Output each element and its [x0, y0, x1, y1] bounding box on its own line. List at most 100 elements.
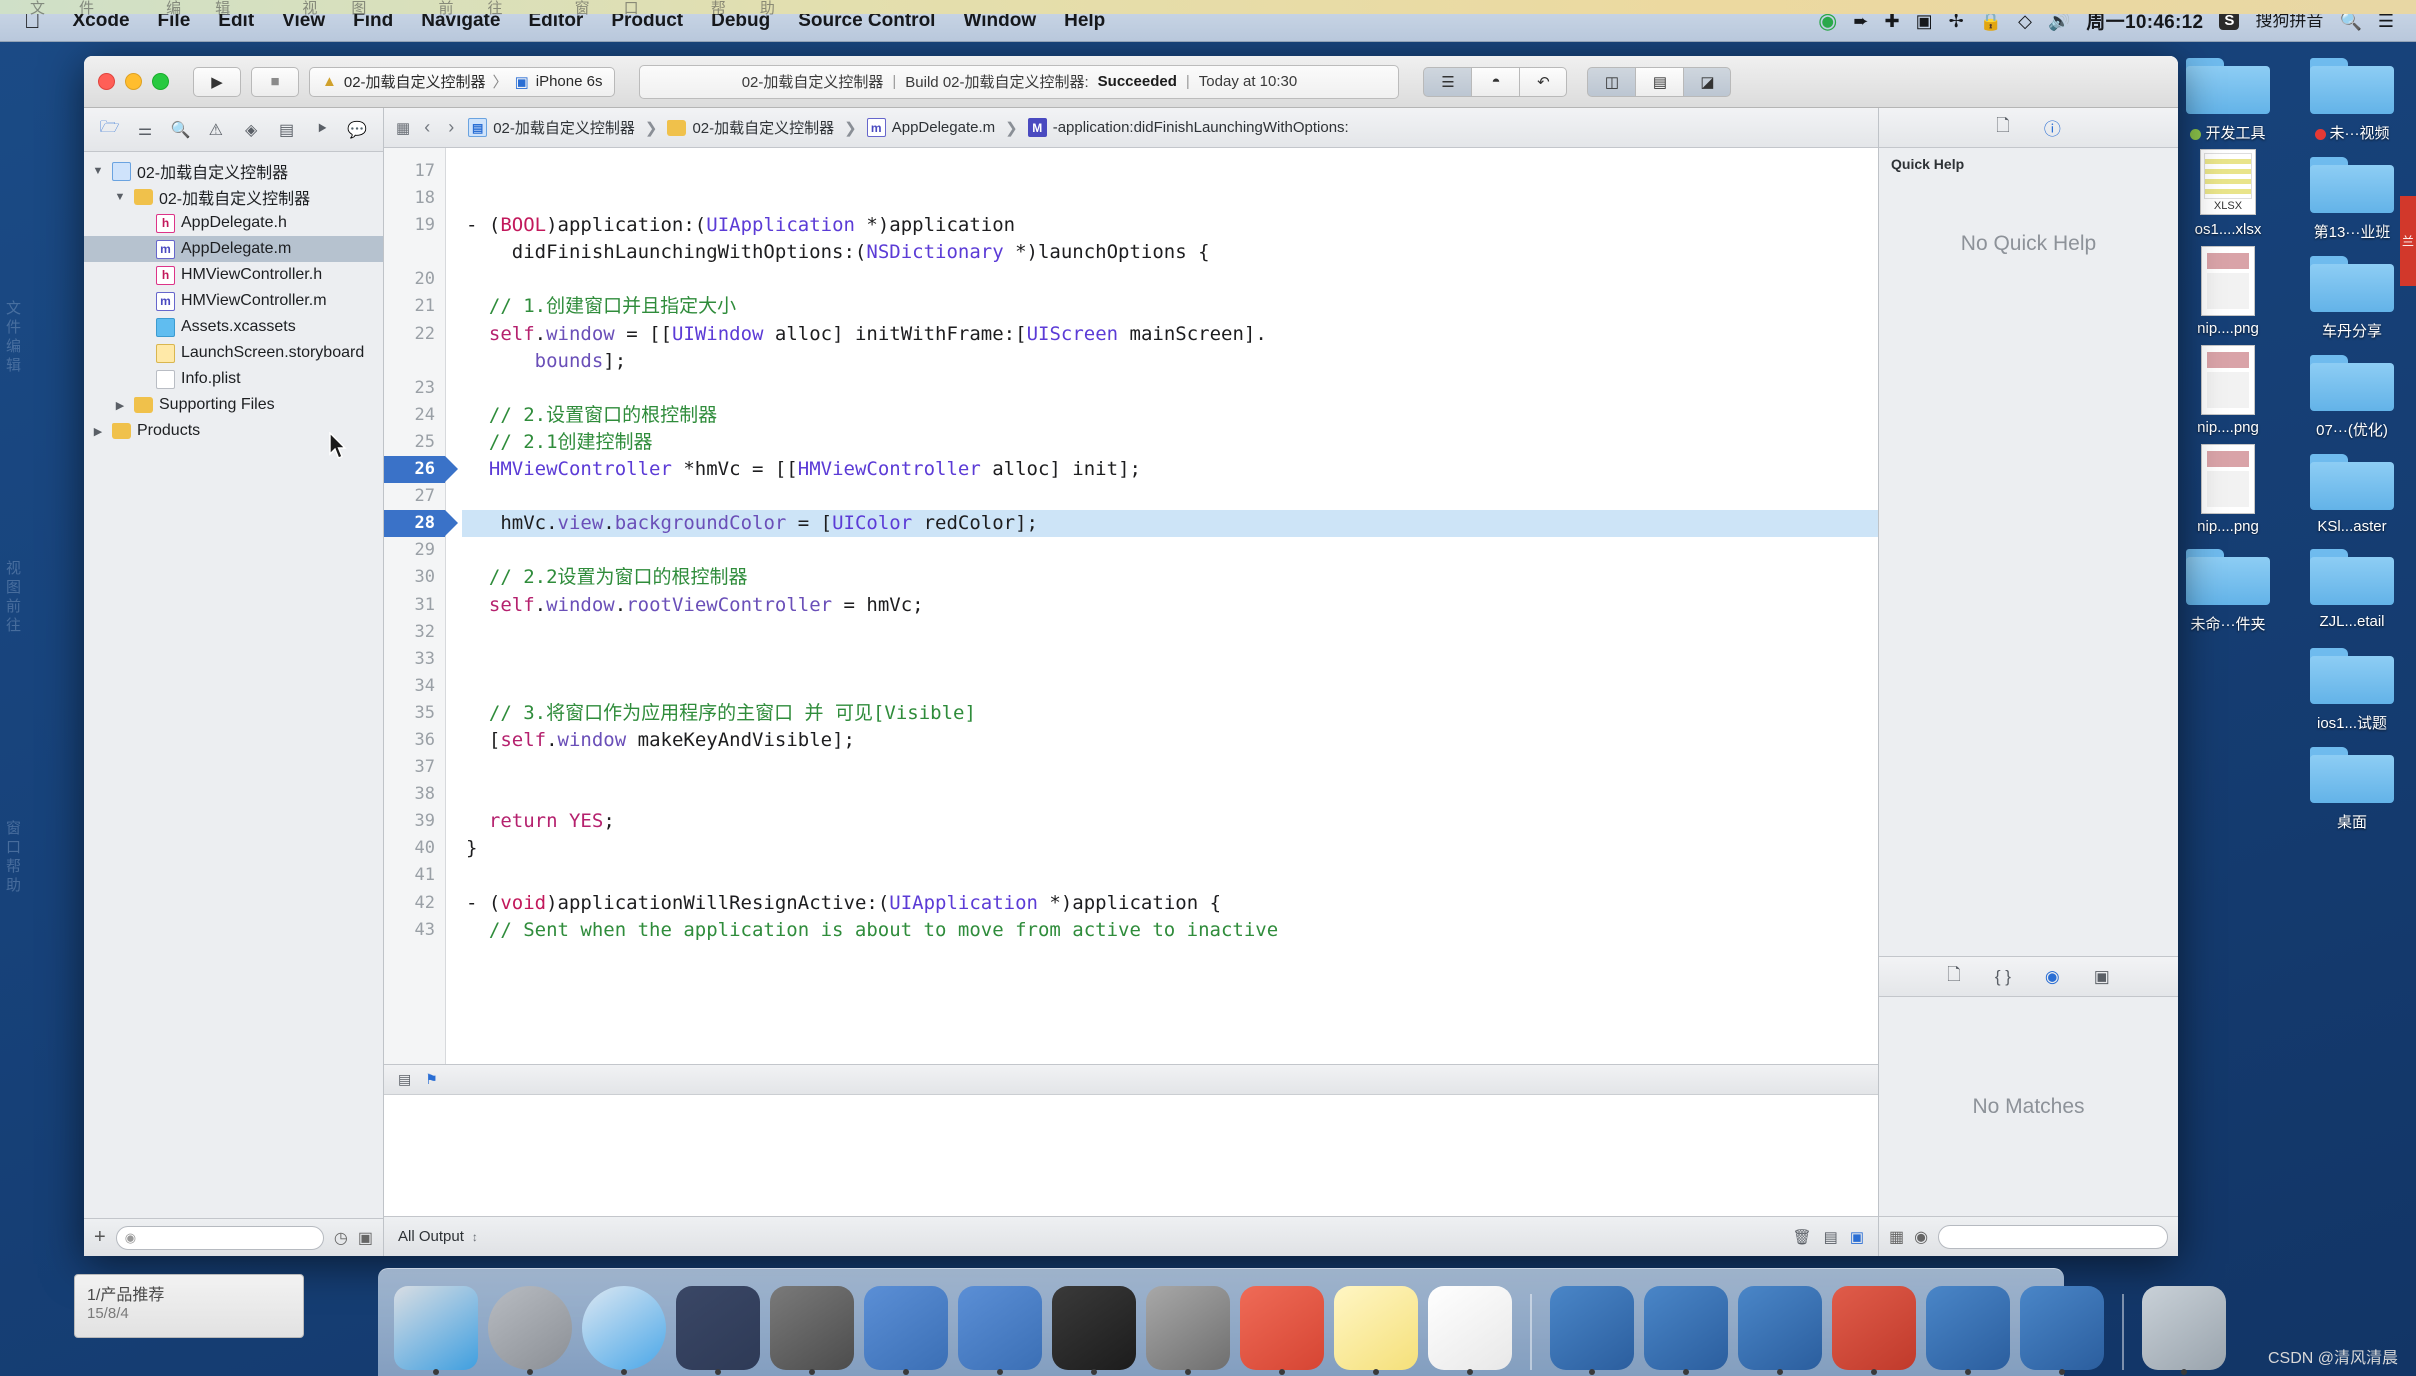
disclosure-triangle-icon[interactable]: ▶ [112, 399, 128, 412]
code-line[interactable]: // 1.创建窗口并且指定大小 [462, 293, 1878, 320]
code-line[interactable]: self.window = [[UIWindow alloc] initWith… [462, 321, 1878, 348]
desktop-icon[interactable]: nip....png [2172, 442, 2284, 535]
plus-icon[interactable]: + [94, 1226, 106, 1249]
file-tree-row[interactable]: LaunchScreen.storyboard [84, 340, 383, 366]
breadcrumb-project[interactable]: ▤ 02-加载自定义控制器 [468, 117, 635, 138]
trash-icon[interactable]: 🗑 [1793, 1228, 1812, 1246]
file-tree-row[interactable]: h AppDelegate.h [84, 210, 383, 236]
line-number[interactable]: 18 [384, 185, 445, 212]
dock-app-safari[interactable] [582, 1286, 666, 1375]
code-line[interactable] [462, 619, 1878, 646]
navigator-filter-input[interactable]: ◉ [115, 1225, 324, 1250]
filter-bar-icon[interactable]: ▤ [398, 1071, 411, 1088]
editor-assistant-icon[interactable]: ◓ [1471, 66, 1520, 97]
dock-app-launchpad[interactable] [488, 1286, 572, 1375]
code-line[interactable] [462, 673, 1878, 700]
desktop-red-tab[interactable]: 兰 [2400, 196, 2416, 286]
dock-app-executable[interactable] [1428, 1286, 1512, 1375]
code-line[interactable]: // Sent when the application is about to… [462, 917, 1878, 944]
code-line[interactable] [462, 537, 1878, 564]
toggle-debug-icon[interactable]: ▤ [1635, 66, 1684, 97]
library-filter-input[interactable] [1938, 1224, 2168, 1249]
variables-only-icon[interactable]: ▣ [1850, 1228, 1864, 1246]
line-number[interactable]: 19 [384, 212, 445, 239]
console-only-icon[interactable]: ▤ [1824, 1228, 1838, 1246]
code-line[interactable]: // 2.2设置为窗口的根控制器 [462, 564, 1878, 591]
file-tree-row[interactable]: ▼ 02-加载自定义控制器 [84, 184, 383, 210]
dock-app-terminal[interactable] [1052, 1286, 1136, 1375]
editor-version-icon[interactable]: ↶ [1519, 66, 1568, 97]
file-tree-row[interactable]: m HMViewController.m [84, 288, 383, 314]
file-tree-row[interactable]: h HMViewController.h [84, 262, 383, 288]
grid-icon[interactable]: ▦ [1889, 1227, 1904, 1247]
line-number[interactable]: 41 [384, 862, 445, 889]
line-number[interactable]: 40 [384, 835, 445, 862]
search-icon[interactable]: 🔍 [2339, 12, 2361, 30]
dock-app-system-preferences[interactable] [1146, 1286, 1230, 1375]
line-number[interactable]: 42 [384, 890, 445, 917]
location-arrow-icon[interactable]: ➨ [1853, 12, 1868, 30]
code-line[interactable]: // 2.1创建控制器 [462, 429, 1878, 456]
dock-app-xcode-beta[interactable] [864, 1286, 948, 1375]
object-library-tab[interactable]: ◉ [2045, 967, 2060, 987]
code-line[interactable]: bounds]; [462, 348, 1878, 375]
issue-navigator-tab[interactable]: ⚠ [203, 117, 229, 143]
report-navigator-tab[interactable]: 💬 [344, 117, 370, 143]
code-editor[interactable]: 17 18 19 20 21 22 23 24 25 26 27 28 29 30 31 32 33 34 35 36… [384, 148, 1878, 1064]
code-line[interactable]: } [462, 835, 1878, 862]
desktop-icon[interactable]: 第13···业班 [2296, 145, 2408, 242]
desktop-icon[interactable]: XLSX os1....xlsx [2172, 145, 2284, 242]
line-number[interactable]: 34 [384, 673, 445, 700]
source-control-filter-icon[interactable]: ▣ [358, 1228, 373, 1248]
chevron-left-icon[interactable]: ‹ [420, 117, 434, 138]
dock-app-mouse-app[interactable] [676, 1286, 760, 1375]
breadcrumb-group[interactable]: 02-加载自定义控制器 [667, 117, 834, 138]
code-line[interactable]: HMViewController *hmVc = [[HMViewControl… [462, 456, 1878, 483]
line-number[interactable]: 30 [384, 564, 445, 591]
line-number[interactable]: 31 [384, 592, 445, 619]
dock-app-display-5[interactable] [1926, 1286, 2010, 1375]
desktop-icon[interactable]: 未命···件夹 [2172, 537, 2284, 634]
clock-icon[interactable]: ◷ [334, 1228, 348, 1248]
list-icon[interactable]: ☰ [2378, 12, 2394, 30]
debug-navigator-tab[interactable]: ▤ [274, 117, 300, 143]
code-line[interactable]: - (BOOL)application:(UIApplication *)app… [462, 212, 1878, 239]
line-number[interactable]: 25 [384, 429, 445, 456]
dock-app-display-3[interactable] [1738, 1286, 1822, 1375]
dock-app-display-1[interactable] [1550, 1286, 1634, 1375]
breadcrumb-file[interactable]: m AppDelegate.m [866, 118, 995, 137]
breadcrumb-method[interactable]: M -application:didFinishLaunchingWithOpt… [1027, 118, 1349, 137]
code-line[interactable] [462, 483, 1878, 510]
code-line[interactable] [462, 862, 1878, 889]
screen-record-icon[interactable]: ▣ [1916, 12, 1933, 30]
desktop-icon[interactable]: 未···视频 [2296, 46, 2408, 143]
code-line[interactable]: - (void)applicationWillResignActive:(UIA… [462, 890, 1878, 917]
line-number[interactable]: 39 [384, 808, 445, 835]
dock-app-xcode[interactable] [958, 1286, 1042, 1375]
line-number[interactable]: 28 [384, 510, 458, 538]
code-line[interactable]: // 3.将窗口作为应用程序的主窗口 并 可见[Visible] [462, 700, 1878, 727]
output-filter-label[interactable]: All Output [398, 1228, 464, 1245]
code-line[interactable] [462, 754, 1878, 781]
toggle-navigator-icon[interactable]: ◫ [1587, 66, 1636, 97]
related-files-icon[interactable]: ▦ [396, 119, 410, 137]
file-template-library-tab[interactable]: 🗋 [1947, 962, 1961, 991]
desktop-icon[interactable]: KSl...aster [2296, 442, 2408, 535]
line-number[interactable] [384, 239, 445, 266]
source-control-navigator-tab[interactable]: ⚌ [132, 117, 158, 143]
code-line[interactable] [462, 266, 1878, 293]
desktop-icon[interactable]: ios1...试题 [2296, 636, 2408, 733]
disclosure-triangle-icon[interactable]: ▼ [112, 191, 128, 203]
disclosure-triangle-icon[interactable]: ▼ [90, 165, 106, 177]
bluetooth-icon[interactable]: ✢ [1949, 12, 1964, 30]
line-number-gutter[interactable]: 17 18 19 20 21 22 23 24 25 26 27 28 29 30 31 32 33 34 35 36… [384, 148, 458, 1064]
chevron-right-icon[interactable]: › [444, 117, 458, 138]
file-inspector-tab[interactable]: 🗋 [1996, 113, 2010, 142]
desktop-icon[interactable]: 桌面 [2296, 735, 2408, 832]
code-line[interactable]: hmVc.view.backgroundColor = [UIColor red… [462, 510, 1878, 538]
line-number[interactable] [384, 348, 445, 375]
code-line[interactable]: self.window.rootViewController = hmVc; [462, 592, 1878, 619]
code-line[interactable] [462, 375, 1878, 402]
dock-app-display-6[interactable] [2020, 1286, 2104, 1375]
code-line[interactable]: // 2.设置窗口的根控制器 [462, 402, 1878, 429]
